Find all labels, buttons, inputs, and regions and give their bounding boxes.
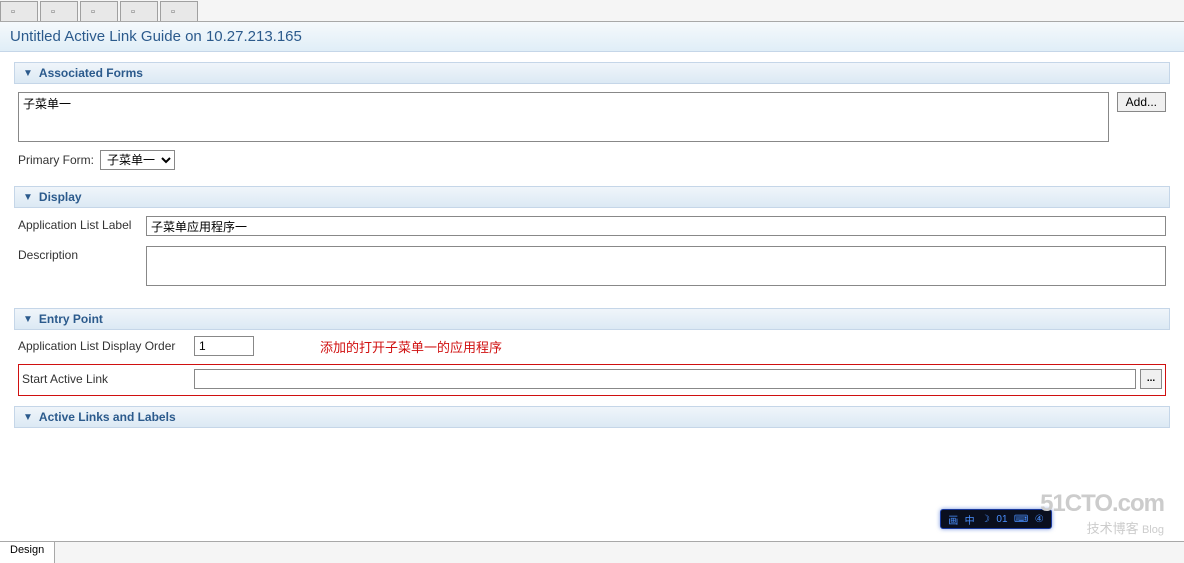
associated-forms-list[interactable]: 子菜单一 [18, 92, 1109, 142]
primary-form-select[interactable]: 子菜单一 [100, 150, 175, 170]
top-tab-strip: ▫ ▫ ▫ ▫ ▫ [0, 0, 1184, 22]
section-active-links-labels: ▼ Active Links and Labels [14, 406, 1170, 428]
section-associated-forms: ▼ Associated Forms 子菜单一 Add... Primary F… [14, 62, 1170, 182]
start-active-link-input[interactable] [194, 369, 1136, 389]
moon-icon[interactable]: ☽ [981, 514, 990, 525]
app-list-label-label: Application List Label [18, 216, 140, 232]
tab-icon: ▫ [91, 6, 103, 18]
section-title: Associated Forms [39, 66, 143, 80]
watermark-line2b: Blog [1142, 524, 1164, 536]
description-label: Description [18, 246, 140, 262]
tab-item[interactable]: ▫ [120, 1, 158, 21]
form-list-item[interactable]: 子菜单一 [23, 95, 1104, 112]
section-title: Display [39, 190, 82, 204]
ime-icon[interactable]: ④ [1035, 514, 1044, 525]
tab-icon: ▫ [171, 6, 183, 18]
tab-design[interactable]: Design [0, 542, 55, 563]
tab-item[interactable]: ▫ [80, 1, 118, 21]
tab-icon: ▫ [51, 6, 63, 18]
section-header-display[interactable]: ▼ Display [14, 186, 1170, 208]
tab-icon: ▫ [11, 6, 23, 18]
section-entry-point: ▼ Entry Point Application List Display O… [14, 308, 1170, 402]
primary-form-label: Primary Form: [18, 153, 94, 167]
section-title: Active Links and Labels [39, 410, 176, 424]
browse-button[interactable]: ... [1140, 369, 1162, 389]
display-order-input[interactable] [194, 336, 254, 356]
tab-icon: ▫ [131, 6, 143, 18]
caret-down-icon: ▼ [23, 412, 33, 423]
ime-icon[interactable]: 画 [948, 512, 958, 527]
caret-down-icon: ▼ [23, 68, 33, 79]
content-area: ▼ Associated Forms 子菜单一 Add... Primary F… [0, 52, 1184, 442]
highlighted-region: Start Active Link ... [18, 364, 1166, 396]
display-order-label: Application List Display Order [18, 339, 188, 353]
section-header-entry-point[interactable]: ▼ Entry Point [14, 308, 1170, 330]
watermark-line1: 51CTO.com [1040, 490, 1164, 518]
ime-icon[interactable]: 中 [965, 512, 975, 527]
tab-item[interactable]: ▫ [40, 1, 78, 21]
description-input[interactable] [146, 246, 1166, 286]
section-header-active-links[interactable]: ▼ Active Links and Labels [14, 406, 1170, 428]
watermark: 51CTO.com 技术博客 Blog [1040, 490, 1164, 537]
caret-down-icon: ▼ [23, 192, 33, 203]
caret-down-icon: ▼ [23, 314, 33, 325]
ime-taskbar-widget[interactable]: 画 中 ☽ 01 ⌨ ④ [940, 509, 1052, 529]
section-title: Entry Point [39, 312, 103, 326]
start-active-link-label: Start Active Link [22, 372, 188, 386]
add-form-button[interactable]: Add... [1117, 92, 1166, 112]
page-title: Untitled Active Link Guide on 10.27.213.… [10, 28, 302, 45]
ime-icon[interactable]: 01 [996, 514, 1007, 525]
title-bar: Untitled Active Link Guide on 10.27.213.… [0, 22, 1184, 52]
tab-item[interactable]: ▫ [160, 1, 198, 21]
tab-item[interactable]: ▫ [0, 1, 38, 21]
keyboard-icon[interactable]: ⌨ [1014, 514, 1028, 525]
bottom-tab-strip: Design [0, 541, 1184, 563]
section-display: ▼ Display Application List Label Descrip… [14, 186, 1170, 304]
section-header-associated-forms[interactable]: ▼ Associated Forms [14, 62, 1170, 84]
app-list-label-input[interactable] [146, 216, 1166, 236]
watermark-line2a: 技术博客 [1087, 521, 1139, 536]
annotation-text: 添加的打开子菜单一的应用程序 [320, 337, 502, 356]
